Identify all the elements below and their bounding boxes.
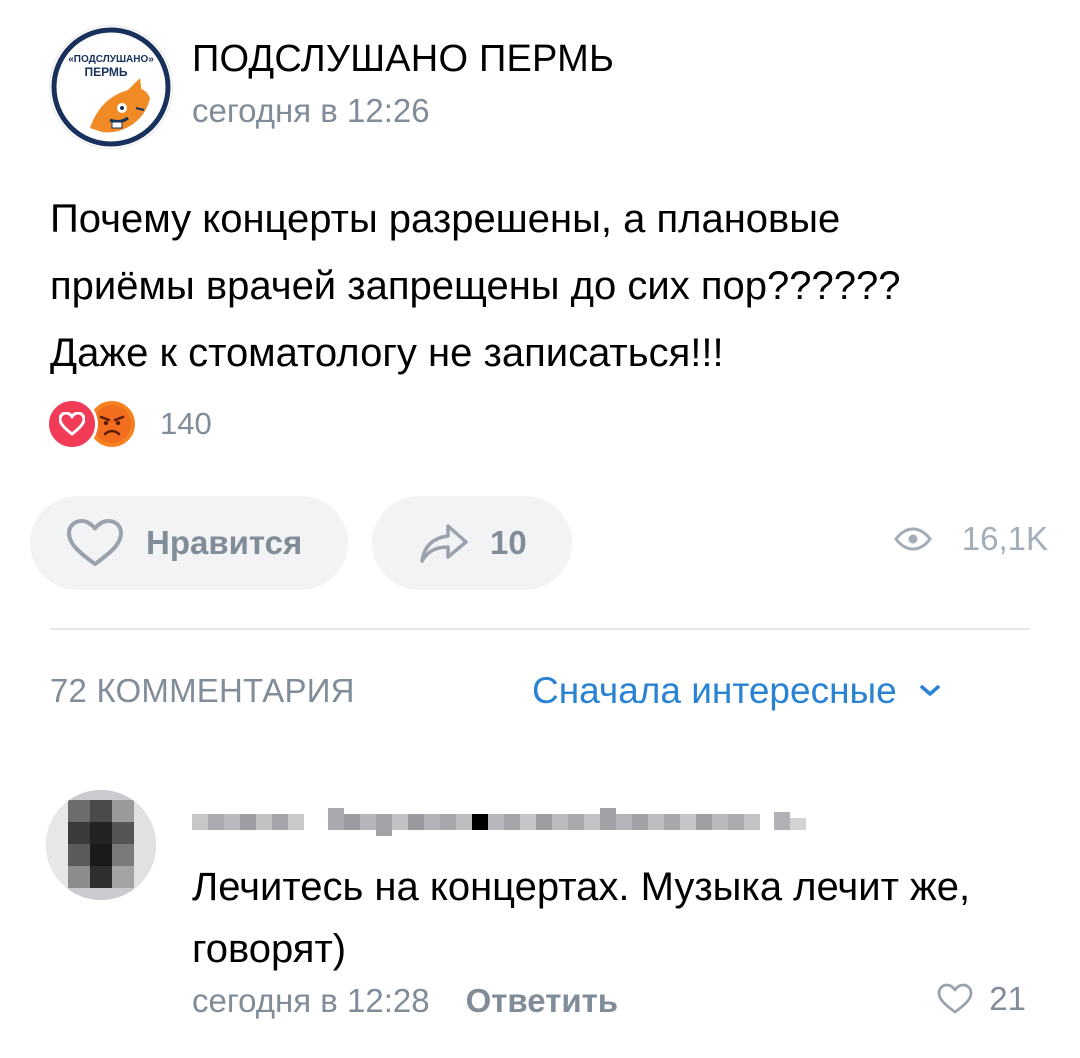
heart-outline-icon [937, 983, 973, 1014]
comment-like-button[interactable]: 21 [937, 980, 1026, 1018]
heart-outline-icon [67, 519, 123, 566]
eye-icon [893, 527, 932, 551]
post-timestamp: сегодня в 12:26 [192, 92, 430, 129]
group-avatar[interactable]: «ПОДСЛУШАНО» ПЕРМЬ [50, 26, 172, 148]
views-count: 16,1K [961, 520, 1048, 557]
share-arrow-icon [420, 524, 468, 563]
divider [50, 628, 1030, 630]
comments-count: 72 КОММЕНТАРИЯ [50, 672, 355, 709]
comments-sort-dropdown[interactable]: Сначала интересные [532, 670, 941, 712]
comment-author-name-blurred[interactable] [192, 804, 822, 836]
heart-icon [46, 398, 98, 450]
reactions-count: 140 [160, 406, 212, 441]
reactions-summary[interactable]: 140 [46, 398, 212, 450]
chevron-down-icon [919, 685, 940, 696]
like-label: Нравится [146, 524, 303, 561]
views-counter: 16,1K [893, 520, 1048, 558]
comment-text: Лечитесь на концертах. Музыка лечит же, … [192, 865, 971, 971]
comment-author-avatar[interactable] [46, 790, 156, 900]
comment-like-count: 21 [989, 980, 1026, 1017]
comment-timestamp: сегодня в 12:28 [192, 982, 430, 1019]
share-count: 10 [490, 524, 527, 561]
avatar-text-top: «ПОДСЛУШАНО» [68, 54, 154, 65]
share-button[interactable]: 10 [372, 496, 572, 590]
reply-button[interactable]: Ответить [466, 982, 619, 1020]
comment-meta: сегодня в 12:28 Ответить [192, 982, 618, 1020]
sort-label: Сначала интересные [532, 670, 897, 711]
post-text: Почему концерты разрешены, а плановые пр… [50, 197, 901, 375]
like-button[interactable]: Нравится [30, 496, 348, 590]
group-name[interactable]: ПОДСЛУШАНО ПЕРМЬ [192, 38, 614, 81]
avatar-text-bottom: ПЕРМЬ [84, 65, 127, 79]
